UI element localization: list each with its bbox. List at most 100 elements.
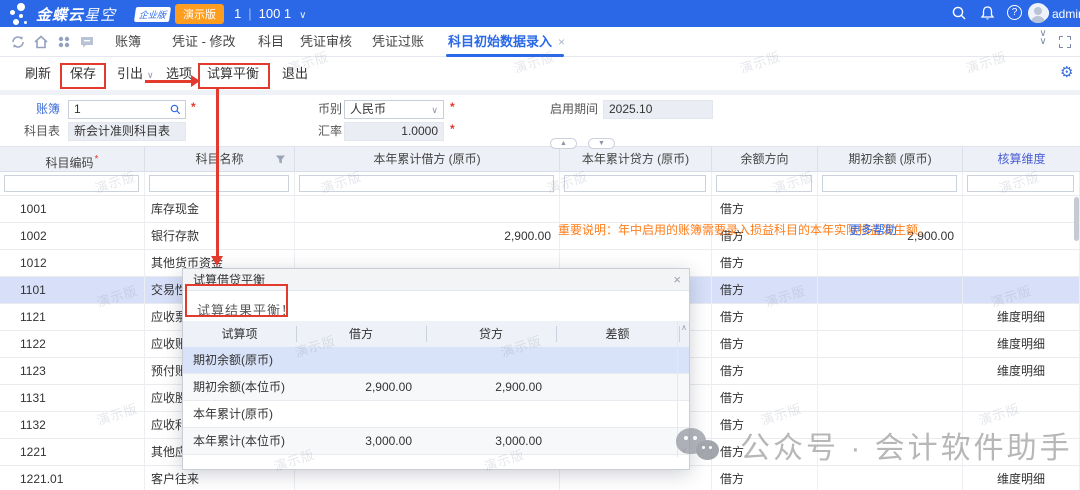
- tab-account[interactable]: 科目: [258, 27, 284, 57]
- cell-opening-balance: [818, 250, 963, 277]
- chart-of-accounts-label: 科目表: [20, 122, 60, 141]
- cell-trial-item: 期初余额(本位币): [183, 374, 296, 401]
- cell-opening-balance: [818, 385, 963, 412]
- col-header-code[interactable]: 科目编码*: [0, 147, 145, 172]
- cell-code: 1002: [0, 223, 145, 250]
- dimension-detail-link[interactable]: [963, 196, 1080, 223]
- dimension-detail-link[interactable]: [963, 412, 1080, 439]
- cell-opening-balance: [818, 439, 963, 466]
- dimension-detail-link[interactable]: 维度明细: [963, 466, 1080, 490]
- tab-voucher-audit[interactable]: 凭证审核: [300, 27, 352, 57]
- cell-trial-debit: [296, 401, 426, 428]
- gear-icon[interactable]: ⚙: [1060, 64, 1073, 82]
- cell-direction: 借方: [712, 331, 818, 358]
- user-name[interactable]: admin: [1052, 7, 1080, 21]
- dialog-table-row[interactable]: 本年累计(本位币) 3,000.00 3,000.00: [183, 428, 689, 455]
- cell-opening-balance: [818, 304, 963, 331]
- currency-value: 人民币: [350, 102, 386, 116]
- search-icon[interactable]: [951, 5, 968, 22]
- cell-direction: 借方: [712, 304, 818, 331]
- cell-code: 1012: [0, 250, 145, 277]
- dialog-scrollbar[interactable]: ∧ ∨: [677, 321, 689, 457]
- search-icon[interactable]: [170, 104, 181, 115]
- cell-trial-diff: [556, 347, 679, 374]
- tab-voucher-post[interactable]: 凭证过账: [372, 27, 424, 57]
- avatar[interactable]: [1028, 3, 1048, 23]
- scroll-up-icon[interactable]: ∧: [679, 323, 689, 332]
- message-icon[interactable]: [79, 34, 95, 50]
- filter-code-input[interactable]: [4, 175, 139, 192]
- cell-code: 1101: [0, 277, 145, 304]
- dimension-detail-link[interactable]: [963, 277, 1080, 304]
- dialog-table-row[interactable]: 期初余额(本位币) 2,900.00 2,900.00: [183, 374, 689, 401]
- col-header-direction[interactable]: 余额方向: [712, 147, 818, 172]
- export-button[interactable]: 引出∨: [117, 57, 154, 90]
- annotation-arrow-horizontal: [145, 80, 193, 83]
- annotation-box-trial-balance: [198, 63, 270, 89]
- bell-icon[interactable]: [979, 5, 996, 22]
- currency-select[interactable]: 人民币∨: [344, 100, 444, 119]
- tab-ledger[interactable]: 账簿: [115, 27, 141, 57]
- table-row[interactable]: 1001 库存现金 借方: [0, 196, 1080, 223]
- filter-credit-input[interactable]: [564, 175, 706, 192]
- cell-code: 1122: [0, 331, 145, 358]
- table-filter-row: [0, 172, 1080, 196]
- filter-opening-input[interactable]: [822, 175, 957, 192]
- cell-opening-balance: [818, 331, 963, 358]
- more-help-link[interactable]: 更多帮助: [849, 221, 897, 238]
- dimension-detail-link[interactable]: 维度明细: [963, 358, 1080, 385]
- filter-debit-input[interactable]: [299, 175, 554, 192]
- dimension-detail-link[interactable]: [963, 223, 1080, 250]
- cell-direction: 借方: [712, 358, 818, 385]
- home-icon[interactable]: [33, 34, 49, 50]
- col-header-dimension[interactable]: 核算维度: [963, 147, 1080, 172]
- exchange-rate-field: 1.0000: [344, 122, 444, 141]
- scroll-down-icon[interactable]: ∨: [679, 446, 689, 455]
- tab-voucher-edit[interactable]: 凭证 - 修改: [172, 27, 236, 57]
- collapse-up-button[interactable]: ▲: [550, 138, 577, 149]
- filter-name-input[interactable]: [149, 175, 289, 192]
- options-button[interactable]: 选项: [166, 57, 192, 90]
- col-header-ytd-debit[interactable]: 本年累计借方 (原币): [295, 147, 560, 172]
- dimension-detail-link[interactable]: [963, 439, 1080, 466]
- close-icon[interactable]: ×: [673, 269, 681, 291]
- col-header-debit: 借方: [296, 321, 426, 347]
- sync-icon[interactable]: [10, 34, 26, 50]
- col-header-ytd-credit[interactable]: 本年累计贷方 (原币): [560, 147, 712, 172]
- dialog-table-header: 试算项 借方 贷方 差额: [183, 321, 689, 347]
- dimension-detail-link[interactable]: [963, 250, 1080, 277]
- cell-direction: 借方: [712, 250, 818, 277]
- dimension-detail-link[interactable]: 维度明细: [963, 304, 1080, 331]
- tab-initial-data-entry[interactable]: 科目初始数据录入×: [448, 27, 565, 57]
- start-period-label: 启用期间: [548, 100, 598, 119]
- dialog-table-row[interactable]: 期初余额(原币): [183, 347, 689, 374]
- exit-button[interactable]: 退出: [282, 57, 308, 90]
- account-set: 100 1: [259, 6, 292, 21]
- dimension-detail-link[interactable]: 维度明细: [963, 331, 1080, 358]
- close-icon[interactable]: ×: [558, 35, 565, 49]
- apps-grid-icon[interactable]: [56, 34, 72, 50]
- tab-bar: 账簿 凭证 - 修改 科目 凭证审核 凭证过账 科目初始数据录入× ∨∨: [0, 27, 1080, 57]
- chevrons-down-icon[interactable]: ∨∨: [1036, 30, 1050, 46]
- help-icon[interactable]: ?: [1007, 5, 1022, 20]
- table-scrollbar[interactable]: [1074, 197, 1079, 241]
- filter-dimension-input[interactable]: [967, 175, 1074, 192]
- ledger-label[interactable]: 账簿: [20, 100, 60, 119]
- cell-code: 1221.01: [0, 466, 145, 490]
- cell-trial-credit: 2,900.00: [426, 374, 556, 401]
- filter-direction-input[interactable]: [716, 175, 812, 192]
- cell-trial-diff: [556, 428, 679, 455]
- fullscreen-icon[interactable]: [1059, 36, 1071, 48]
- ledger-input[interactable]: 1: [68, 100, 186, 119]
- dialog-table-row[interactable]: 本年累计(原币): [183, 401, 689, 428]
- cell-code: 1123: [0, 358, 145, 385]
- org-switcher[interactable]: 1|100 1∨: [234, 6, 307, 21]
- filter-funnel-icon[interactable]: [275, 154, 286, 165]
- refresh-button[interactable]: 刷新: [25, 57, 51, 90]
- cell-trial-diff: [556, 401, 679, 428]
- dimension-detail-link[interactable]: [963, 385, 1080, 412]
- col-header-credit: 贷方: [426, 321, 556, 347]
- col-header-name[interactable]: 科目名称: [145, 147, 295, 172]
- collapse-down-button[interactable]: ▼: [588, 138, 615, 149]
- col-header-opening[interactable]: 期初余额 (原币): [818, 147, 963, 172]
